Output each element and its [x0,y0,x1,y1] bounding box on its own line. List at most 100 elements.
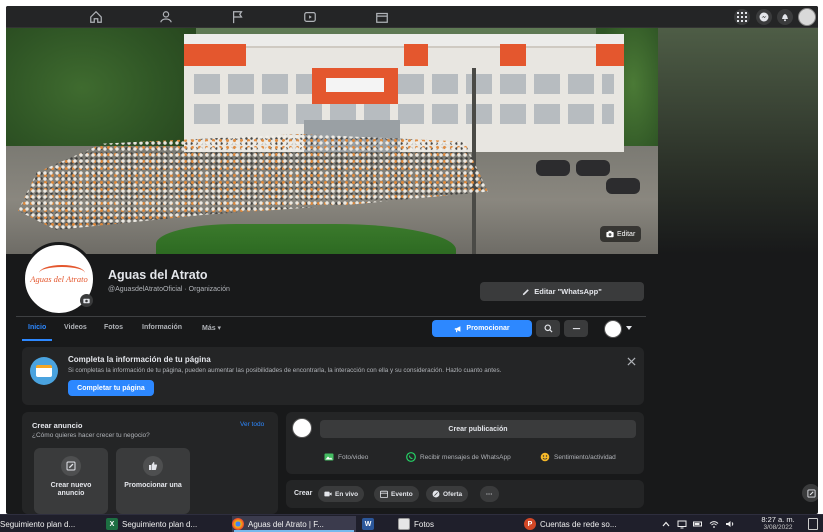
page-title: Aguas del Atrato [108,268,208,282]
megaphone-icon [455,325,461,332]
banner-title: Completa la información de tu página [68,355,211,364]
smiley-icon [540,452,550,462]
calendar-icon [380,490,388,498]
pencil-icon [523,288,530,295]
photos-icon [398,518,410,530]
tab-more[interactable]: Más ▾ [202,324,221,332]
flag-icon[interactable] [230,9,246,25]
complete-page-banner: Completa la información de tu página Si … [22,347,644,405]
excel-icon: X [106,518,118,530]
camera-icon [606,230,614,238]
powerpoint-icon: P [524,518,536,530]
create-ad-card: Crear anuncio ¿Cómo quieres hacer crecer… [22,412,278,514]
chevron-down-icon[interactable] [626,326,632,330]
close-banner-button[interactable] [625,355,637,367]
whatsapp-messages-label: Recibir mensajes de WhatsApp [420,453,511,461]
account-avatar[interactable] [798,8,816,26]
search-page-button[interactable] [536,320,560,337]
clock-time: 8:27 a. m. [761,515,795,524]
system-clock[interactable]: 8:27 a. m. 3/08/2022 [756,516,800,532]
promote-post-label: Promocionar una [124,482,182,489]
create-quick-label: Crear [294,490,313,497]
create-new-ad-label: Crear nuevo anuncio [50,482,92,497]
edit-cover-button[interactable]: Editar [600,226,642,242]
taskbar-item-word[interactable]: W [362,516,384,532]
monitor-icon[interactable] [676,517,688,531]
taskbar-item-label: Cuentas de rede so... [540,519,617,529]
taskbar-item-excel-2[interactable]: X Seguimiento plan d... [106,516,226,532]
create-ad-title: Crear anuncio [32,421,83,430]
cover-motorcycle [536,160,570,176]
offer-button[interactable]: Oferta [426,486,469,502]
cover-motorcycle [606,178,640,194]
photo-video-action[interactable]: Foto/video [324,452,368,462]
taskbar-item-chrome[interactable]: Aguas del Atrato | F... [232,516,356,532]
edit-icon [806,488,816,498]
create-ad-subtitle: ¿Cómo quieres hacer crecer tu negocio? [32,432,150,439]
volume-icon[interactable] [724,517,736,531]
card-graphic [36,365,52,377]
taskbar-item-photos[interactable]: Fotos [398,516,458,532]
live-video-label: En vivo [335,490,359,498]
close-icon [626,356,636,366]
tab-inicio[interactable]: Inicio [28,324,46,331]
notifications-bell-icon[interactable] [777,9,793,25]
photo-video-label: Foto/video [338,453,369,461]
switch-profile-avatar[interactable] [604,320,622,338]
live-video-button[interactable]: En vivo [318,486,365,502]
tabs-divider [16,316,646,317]
building-orange-band [404,44,428,66]
building-sign-panel [326,78,384,92]
tab-fotos[interactable]: Fotos [104,324,123,331]
taskbar-item-excel-1[interactable]: Seguimiento plan d... [0,516,98,532]
friends-icon[interactable] [158,9,174,25]
page-info-card-icon [30,357,58,385]
search-icon [543,324,553,333]
building-windows [194,74,614,94]
cover-building [184,34,624,152]
taskbar-item-label: Seguimiento plan d... [122,519,198,529]
create-new-ad-tile[interactable]: Crear nuevo anuncio [34,448,108,514]
compose-message-button[interactable] [802,484,818,502]
create-quick-bar: Crear En vivo Evento Oferta ··· [286,480,644,508]
edit-whatsapp-button[interactable]: Editar "WhatsApp" [480,282,644,301]
offer-label: Oferta [443,490,463,498]
top-navigation-bar [6,6,818,28]
page-handle: @AguasdelAtratoOficial · Organización [108,286,230,293]
video-icon[interactable] [302,9,318,25]
taskbar-item-label: Seguimiento plan d... [0,519,76,529]
tab-informacion[interactable]: Información [142,324,182,331]
post-author-avatar [292,418,312,438]
battery-icon[interactable] [692,517,704,531]
event-label: Evento [391,490,413,498]
live-video-icon [324,491,332,497]
create-post-card: Crear publicación Foto/video Recibir men… [286,412,644,474]
complete-page-button[interactable]: Completar tu página [68,380,154,396]
more-options-button[interactable] [564,320,588,337]
create-post-input[interactable]: Crear publicación [320,420,636,438]
taskbar-item-powerpoint[interactable]: P Cuentas de rede so... [524,516,636,532]
see-all-link[interactable]: Ver todo [240,421,264,428]
logo-swoosh [39,265,85,281]
chrome-icon [232,518,244,530]
more-create-options-button[interactable]: ··· [480,486,499,502]
more-create-options-label: ··· [486,490,493,498]
notification-center-icon[interactable] [808,518,818,530]
marketplace-icon[interactable] [374,9,390,25]
cover-motorcycle [576,160,610,176]
event-button[interactable]: Evento [374,486,419,502]
promote-button[interactable]: Promocionar [432,320,532,337]
messenger-icon[interactable] [756,9,772,25]
wifi-icon[interactable] [708,517,720,531]
feeling-activity-action[interactable]: Sentimiento/actividad [540,452,616,462]
home-icon[interactable] [88,9,104,25]
menu-grid-icon[interactable] [734,9,750,25]
promote-post-tile[interactable]: Promocionar una [116,448,190,514]
banner-text: Si completas la información de tu página… [68,367,502,374]
building-orange-band [184,44,246,66]
chevron-up-icon[interactable] [660,517,672,531]
edit-cover-label: Editar [617,230,636,238]
tab-videos[interactable]: Videos [64,324,87,331]
whatsapp-messages-action[interactable]: Recibir mensajes de WhatsApp [406,452,511,462]
change-profile-picture-button[interactable] [80,294,93,307]
